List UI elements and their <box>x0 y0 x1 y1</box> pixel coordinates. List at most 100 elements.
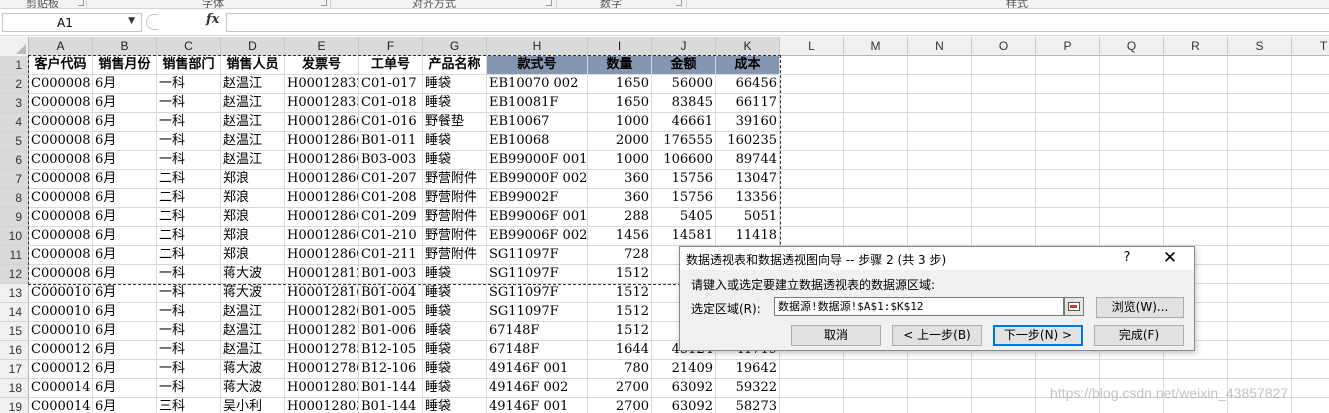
table-cell[interactable]: 一科 <box>157 379 221 398</box>
empty-cell[interactable] <box>844 113 908 132</box>
table-cell[interactable]: C01-208 <box>359 189 423 208</box>
empty-cell[interactable] <box>908 379 972 398</box>
table-cell[interactable]: C000010 <box>29 284 93 303</box>
empty-cell[interactable] <box>780 189 844 208</box>
clipboard-launcher-icon[interactable] <box>78 0 84 6</box>
table-cell[interactable]: 6月 <box>93 284 157 303</box>
empty-cell[interactable] <box>1292 341 1329 360</box>
table-cell[interactable]: 6月 <box>93 398 157 413</box>
empty-cell[interactable] <box>1228 132 1292 151</box>
table-cell[interactable]: 5405 <box>652 208 716 227</box>
table-cell[interactable]: 6月 <box>93 94 157 113</box>
table-cell[interactable]: 赵温江 <box>221 303 285 322</box>
empty-cell[interactable] <box>1100 94 1164 113</box>
back-button[interactable]: < 上一步(B) <box>892 325 982 346</box>
table-cell[interactable]: 野营附件 <box>423 170 487 189</box>
table-cell[interactable]: 睡袋 <box>423 94 487 113</box>
table-cell[interactable]: B01-005 <box>359 303 423 322</box>
empty-cell[interactable] <box>1036 94 1100 113</box>
empty-cell[interactable] <box>972 170 1036 189</box>
empty-cell[interactable] <box>1036 56 1100 75</box>
formula-input[interactable] <box>226 13 1329 32</box>
empty-cell[interactable] <box>1228 94 1292 113</box>
table-cell[interactable]: EB10070 002 <box>487 75 588 94</box>
table-cell[interactable]: 2700 <box>588 379 652 398</box>
table-cell[interactable]: H00012860 <box>285 246 359 265</box>
table-cell[interactable]: C01-207 <box>359 170 423 189</box>
table-cell[interactable]: 睡袋 <box>423 303 487 322</box>
table-cell[interactable]: 1512 <box>588 265 652 284</box>
empty-cell[interactable] <box>972 56 1036 75</box>
table-cell[interactable]: 176555 <box>652 132 716 151</box>
empty-cell[interactable] <box>780 170 844 189</box>
table-cell[interactable]: H00012860 <box>285 132 359 151</box>
empty-cell[interactable] <box>1292 132 1329 151</box>
empty-cell[interactable] <box>1036 151 1100 170</box>
empty-cell[interactable] <box>844 398 908 413</box>
table-cell[interactable]: B01-003 <box>359 265 423 284</box>
empty-cell[interactable] <box>1228 170 1292 189</box>
table-cell[interactable]: C000008 <box>29 132 93 151</box>
empty-cell[interactable] <box>908 94 972 113</box>
empty-cell[interactable] <box>1164 113 1228 132</box>
name-box[interactable]: A1 ▼ <box>2 13 142 32</box>
insert-function-icon[interactable]: fx <box>206 12 219 27</box>
dialog-titlebar[interactable]: 数据透视表和数据透视图向导 -- 步骤 2 (共 3 步) ? ✕ <box>680 247 1194 270</box>
close-icon[interactable]: ✕ <box>1160 248 1180 268</box>
table-cell[interactable]: 780 <box>588 360 652 379</box>
finish-button[interactable]: 完成(F) <box>1094 325 1184 346</box>
empty-cell[interactable] <box>844 170 908 189</box>
table-cell[interactable]: 728 <box>588 246 652 265</box>
table-cell[interactable]: C000008 <box>29 208 93 227</box>
table-cell[interactable]: SG11097F <box>487 284 588 303</box>
empty-cell[interactable] <box>908 360 972 379</box>
table-cell[interactable]: B01-004 <box>359 284 423 303</box>
empty-cell[interactable] <box>1228 208 1292 227</box>
table-cell[interactable]: H00012860 <box>285 151 359 170</box>
table-cell[interactable]: 49146F 001 <box>487 360 588 379</box>
row-header-15[interactable]: 15 <box>0 322 29 341</box>
table-cell[interactable]: H00012803 <box>285 398 359 413</box>
table-header-cell[interactable]: 金额 <box>652 56 716 75</box>
table-cell[interactable]: 1512 <box>588 284 652 303</box>
column-header-m[interactable]: M <box>844 37 908 56</box>
empty-cell[interactable] <box>1292 113 1329 132</box>
table-cell[interactable]: EB99000F 002 <box>487 170 588 189</box>
table-cell[interactable]: 一科 <box>157 341 221 360</box>
empty-cell[interactable] <box>780 151 844 170</box>
table-cell[interactable]: 2000 <box>588 132 652 151</box>
table-cell[interactable]: 赵温江 <box>221 322 285 341</box>
table-cell[interactable]: H00012860 <box>285 227 359 246</box>
select-all-button[interactable] <box>0 37 29 56</box>
empty-cell[interactable] <box>1100 113 1164 132</box>
empty-cell[interactable] <box>1100 189 1164 208</box>
table-cell[interactable]: 二科 <box>157 189 221 208</box>
table-cell[interactable]: 睡袋 <box>423 360 487 379</box>
empty-cell[interactable] <box>780 398 844 413</box>
row-header-3[interactable]: 3 <box>0 94 29 113</box>
table-cell[interactable]: 睡袋 <box>423 398 487 413</box>
table-header-cell[interactable]: 工单号 <box>359 56 423 75</box>
table-cell[interactable]: 野营附件 <box>423 189 487 208</box>
table-cell[interactable]: H00012785 <box>285 341 359 360</box>
table-cell[interactable]: H00012835 <box>285 94 359 113</box>
empty-cell[interactable] <box>1292 56 1329 75</box>
table-cell[interactable]: C000012 <box>29 360 93 379</box>
table-cell[interactable]: 蒋大波 <box>221 360 285 379</box>
table-cell[interactable]: 6月 <box>93 322 157 341</box>
table-cell[interactable]: C000014 <box>29 398 93 413</box>
column-header-q[interactable]: Q <box>1100 37 1164 56</box>
empty-cell[interactable] <box>1100 208 1164 227</box>
empty-cell[interactable] <box>780 75 844 94</box>
empty-cell[interactable] <box>972 189 1036 208</box>
empty-cell[interactable] <box>908 227 972 246</box>
empty-cell[interactable] <box>1292 227 1329 246</box>
column-header-l[interactable]: L <box>780 37 844 56</box>
row-header-6[interactable]: 6 <box>0 151 29 170</box>
empty-cell[interactable] <box>1228 151 1292 170</box>
column-header-j[interactable]: J <box>652 37 716 56</box>
empty-cell[interactable] <box>1228 56 1292 75</box>
empty-cell[interactable] <box>1036 208 1100 227</box>
table-cell[interactable]: 49146F 001 <box>487 398 588 413</box>
column-header-a[interactable]: A <box>29 37 93 56</box>
